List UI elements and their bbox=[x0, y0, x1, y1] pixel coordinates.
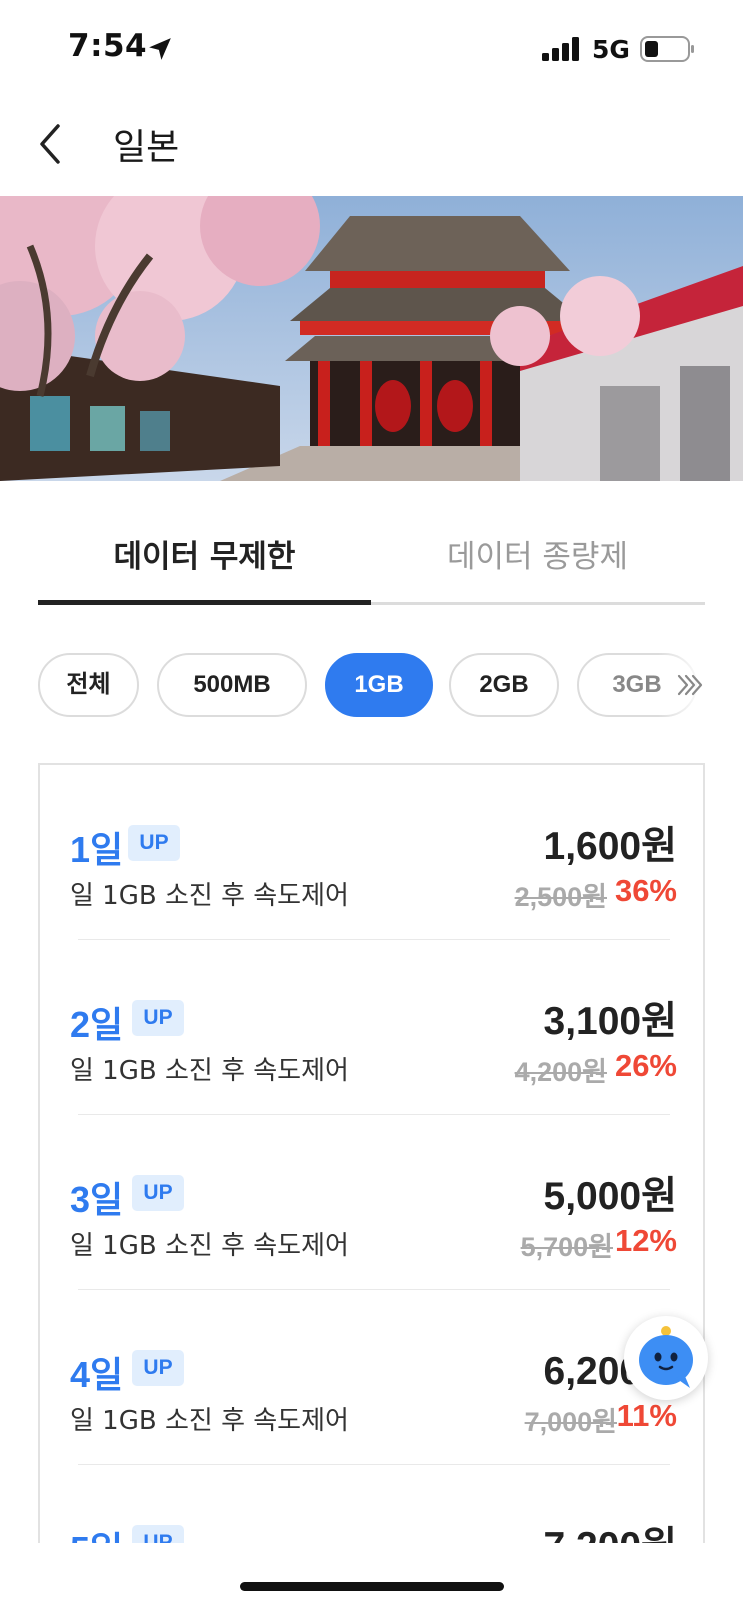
plan-price: 3,100원 bbox=[543, 1000, 677, 1043]
chip-all[interactable]: 전체 bbox=[38, 653, 139, 717]
plan-original-price: 4,200원 bbox=[514, 1057, 607, 1087]
plan-description: 일 1GB 소진 후 속도제어 bbox=[70, 1406, 349, 1436]
plan-discount: 26% bbox=[614, 1048, 677, 1083]
plan-discount: 12% bbox=[614, 1223, 677, 1258]
status-time: 7:54 bbox=[68, 28, 148, 64]
hero-banner-image bbox=[0, 196, 743, 481]
up-badge: UP bbox=[132, 1175, 184, 1211]
plan-row[interactable]: 1일 UP 일 1GB 소진 후 속도제어 1,600원 2,500원 36% bbox=[40, 765, 703, 940]
battery-icon bbox=[640, 36, 694, 62]
plan-description: 일 1GB 소진 후 속도제어 bbox=[70, 1056, 349, 1086]
plan-description: 일 1GB 소진 후 속도제어 bbox=[70, 881, 349, 911]
plan-row[interactable]: 4일 UP 일 1GB 소진 후 속도제어 6,200원 7,000원 11% bbox=[40, 1290, 703, 1465]
plan-row[interactable]: 3일 UP 일 1GB 소진 후 속도제어 5,000원 5,700원 12% bbox=[40, 1115, 703, 1290]
double-chevron-right-icon[interactable] bbox=[676, 670, 704, 700]
tab-metered-data[interactable]: 데이터 종량제 bbox=[371, 530, 704, 608]
plan-days: 5일 bbox=[70, 1521, 123, 1543]
status-bar: 7:54 5G bbox=[0, 0, 743, 96]
plan-row[interactable]: 5일 UP 7,200원 bbox=[40, 1465, 703, 1543]
plan-discount: 11% bbox=[616, 1398, 677, 1433]
plan-days: 1일 bbox=[70, 829, 124, 870]
plan-row[interactable]: 2일 UP 일 1GB 소진 후 속도제어 3,100원 4,200원 26% bbox=[40, 940, 703, 1115]
chevron-left-icon[interactable] bbox=[34, 120, 68, 168]
tab-active-indicator bbox=[38, 600, 371, 605]
plan-price: 7,200원 bbox=[544, 1515, 677, 1543]
plan-original-price: 2,500원 bbox=[514, 882, 607, 912]
home-indicator[interactable] bbox=[240, 1582, 504, 1591]
plan-days: 4일 bbox=[70, 1354, 124, 1395]
plan-days: 2일 bbox=[70, 1004, 124, 1045]
temple-illustration bbox=[0, 196, 743, 481]
plan-days: 3일 bbox=[70, 1179, 124, 1220]
chip-2gb[interactable]: 2GB bbox=[449, 653, 559, 717]
bottom-safe-area bbox=[0, 1543, 743, 1608]
chatbot-mascot-icon bbox=[639, 1326, 693, 1388]
plan-original-price: 7,000원 bbox=[524, 1407, 617, 1437]
signal-bars-icon bbox=[542, 37, 579, 61]
location-arrow-icon bbox=[149, 38, 171, 60]
page-title: 일본 bbox=[113, 127, 180, 168]
chatbot-button[interactable] bbox=[624, 1316, 708, 1400]
tab-unlimited-data[interactable]: 데이터 무제한 bbox=[38, 530, 371, 608]
network-label: 5G bbox=[592, 35, 630, 64]
plan-discount: 36% bbox=[614, 873, 677, 908]
chip-500mb[interactable]: 500MB bbox=[157, 653, 307, 717]
plan-description: 일 1GB 소진 후 속도제어 bbox=[70, 1231, 349, 1261]
up-badge: UP bbox=[132, 1350, 184, 1386]
chip-1gb[interactable]: 1GB bbox=[325, 653, 433, 717]
plan-price: 5,000원 bbox=[543, 1175, 677, 1218]
up-badge: UP bbox=[132, 1525, 184, 1543]
app-header: 일본 bbox=[0, 96, 743, 196]
plan-original-price: 5,700원 bbox=[520, 1232, 613, 1262]
plan-price: 1,600원 bbox=[543, 825, 677, 868]
up-badge: UP bbox=[128, 825, 180, 861]
data-size-filter: 전체 500MB 1GB 2GB 3GB bbox=[38, 653, 743, 719]
up-badge: UP bbox=[132, 1000, 184, 1036]
plan-type-tabs: 데이터 무제한 데이터 종량제 bbox=[38, 530, 705, 608]
plan-list: 1일 UP 일 1GB 소진 후 속도제어 1,600원 2,500원 36% … bbox=[38, 763, 705, 1543]
